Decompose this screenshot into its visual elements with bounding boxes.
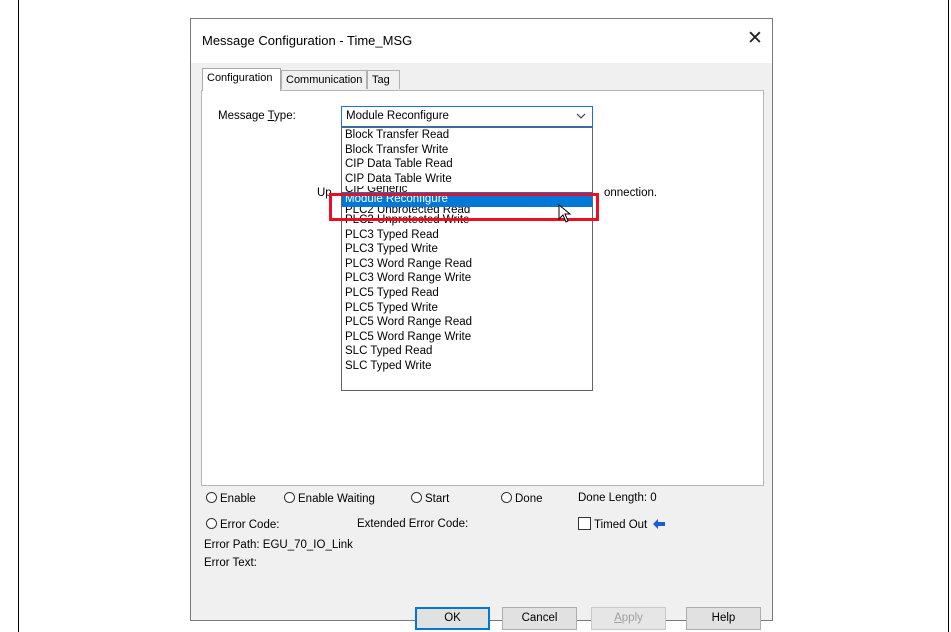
error-code-indicator: Error Code: [206,518,279,531]
enable-indicator: Enable [206,492,256,505]
message-type-label: Message Type: [218,110,296,122]
status-radio-icon [206,518,217,529]
list-item[interactable]: PLC5 Typed Read [342,286,592,301]
extended-error-code: Extended Error Code: [357,518,469,530]
tab-tag[interactable]: Tag [367,70,400,89]
timed-out-checkbox[interactable]: Timed Out [578,517,666,532]
list-item[interactable]: PLC3 Word Range Write [342,271,592,286]
ok-button[interactable]: OK [415,607,490,630]
list-item[interactable]: CIP Data Table Read [342,157,592,172]
status-radio-icon [206,492,217,503]
message-type-select[interactable]: Module Reconfigure [341,106,593,127]
message-configuration-dialog: Message Configuration - Time_MSG ✕ Confi… [190,18,773,630]
help-button[interactable]: Help [686,607,761,630]
message-type-dropdown-list[interactable]: Block Transfer Read Block Transfer Write… [341,127,593,391]
tab-communication[interactable]: Communication [281,70,367,89]
status-radio-icon [284,492,295,503]
mouse-cursor-icon [558,203,574,229]
list-item[interactable]: CIP Data Table Write [342,172,592,187]
list-item[interactable]: PLC5 Word Range Write [342,330,592,345]
dialog-title: Message Configuration - Time_MSG [202,33,413,48]
title-bar: Message Configuration - Time_MSG ✕ [191,19,772,63]
checkbox-icon [578,517,591,530]
status-radio-icon [501,492,512,503]
list-item[interactable]: PLC3 Typed Read [342,228,592,243]
list-item[interactable]: PLC3 Word Range Read [342,257,592,272]
list-item[interactable]: SLC Typed Write [342,359,592,374]
error-text: Error Text: [204,557,257,569]
cancel-button[interactable]: Cancel [502,607,577,630]
list-item[interactable]: PLC5 Word Range Read [342,315,592,330]
message-type-value: Module Reconfigure [346,110,449,122]
status-radio-icon [411,492,422,503]
list-item[interactable]: Block Transfer Write [342,143,592,158]
info-text-right: onnection. [604,187,658,199]
close-icon: ✕ [747,28,763,49]
arrow-left-icon [653,519,666,532]
list-item[interactable]: PLC3 Typed Write [342,242,592,257]
list-item[interactable]: SLC Typed Read [342,344,592,359]
configuration-panel: Message Type: Module Reconfigure Up onne… [201,90,764,486]
list-item[interactable]: PLC5 Typed Write [342,301,592,316]
error-path: Error Path: EGU_70_IO_Link [204,539,353,551]
start-indicator: Start [411,492,449,505]
list-item[interactable]: Block Transfer Read [342,128,592,143]
enable-waiting-indicator: Enable Waiting [284,492,375,505]
done-length: Done Length: 0 [578,492,657,504]
tab-configuration[interactable]: Configuration [202,68,281,91]
chevron-down-icon [576,108,586,127]
close-button[interactable]: ✕ [738,27,772,53]
apply-button[interactable]: Apply [591,607,666,630]
done-indicator: Done [501,492,543,505]
